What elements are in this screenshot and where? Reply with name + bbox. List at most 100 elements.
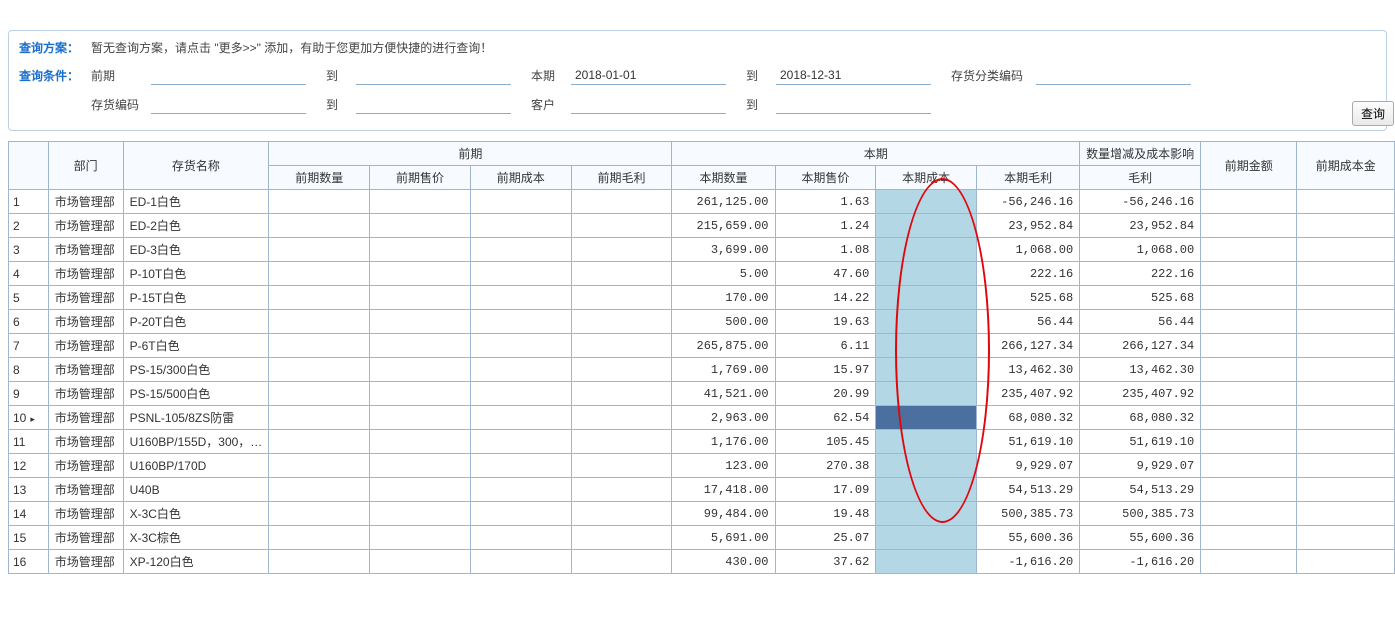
cell-prev-amount — [1201, 430, 1297, 454]
cell-gross: -56,246.16 — [1080, 190, 1201, 214]
table-row[interactable]: 4市场管理部P-10T白色5.0047.60222.16222.16 — [9, 262, 1395, 286]
cell-cur-gross: 9,929.07 — [977, 454, 1080, 478]
cell-prev-gross — [571, 334, 672, 358]
th-cur-cost[interactable]: 本期成本 — [876, 166, 977, 190]
table-row[interactable]: 12市场管理部U160BP/170D123.00270.389,929.079,… — [9, 454, 1395, 478]
table-row[interactable]: 9市场管理部PS-15/500白色41,521.0020.99235,407.9… — [9, 382, 1395, 406]
th-cur-qty[interactable]: 本期数量 — [672, 166, 775, 190]
cell-prev-qty — [269, 262, 370, 286]
cell-prev-qty — [269, 358, 370, 382]
cell-cur-price: 25.07 — [775, 526, 876, 550]
cell-cur-qty: 265,875.00 — [672, 334, 775, 358]
cell-cur-cost — [876, 286, 977, 310]
inv-code-end-input[interactable] — [356, 95, 511, 114]
cell-prev-cost-amt — [1297, 310, 1395, 334]
cell-cur-gross: -56,246.16 — [977, 190, 1080, 214]
prev-period-end-input[interactable] — [356, 66, 511, 85]
cell-prev-qty — [269, 454, 370, 478]
cell-gross: 13,462.30 — [1080, 358, 1201, 382]
prev-period-label: 前期 — [91, 67, 151, 84]
table-row[interactable]: 5市场管理部P-15T白色170.0014.22525.68525.68 — [9, 286, 1395, 310]
cell-cur-gross: 222.16 — [977, 262, 1080, 286]
cur-period-end-input[interactable] — [776, 66, 931, 85]
table-row[interactable]: 3市场管理部ED-3白色3,699.001.081,068.001,068.00 — [9, 238, 1395, 262]
th-prev-price[interactable]: 前期售价 — [370, 166, 471, 190]
row-number: 5 — [9, 286, 48, 310]
th-prev-group[interactable]: 前期 — [269, 142, 672, 166]
th-prev-qty[interactable]: 前期数量 — [269, 166, 370, 190]
table-row[interactable]: 7市场管理部P-6T白色265,875.006.11266,127.34266,… — [9, 334, 1395, 358]
cell-cur-cost — [876, 526, 977, 550]
cell-prev-gross — [571, 358, 672, 382]
th-cur-price[interactable]: 本期售价 — [775, 166, 876, 190]
cell-prev-cost-amt — [1297, 430, 1395, 454]
cell-prev-price — [370, 454, 471, 478]
table-row[interactable]: 16市场管理部XP-120白色430.0037.62-1,616.20-1,61… — [9, 550, 1395, 574]
prev-period-start-input[interactable] — [151, 66, 306, 85]
table-row[interactable]: 14市场管理部X-3C白色99,484.0019.48500,385.73500… — [9, 502, 1395, 526]
query-cond-label: 查询条件： — [19, 67, 91, 84]
cell-prev-amount — [1201, 334, 1297, 358]
cell-prev-gross — [571, 502, 672, 526]
table-row[interactable]: 1市场管理部ED-1白色261,125.001.63-56,246.16-56,… — [9, 190, 1395, 214]
cell-cur-cost — [876, 190, 977, 214]
cell-name: P-20T白色 — [123, 310, 269, 334]
cell-dept: 市场管理部 — [48, 358, 123, 382]
table-row[interactable]: 2市场管理部ED-2白色215,659.001.2423,952.8423,95… — [9, 214, 1395, 238]
cell-cur-price: 47.60 — [775, 262, 876, 286]
cell-name: U160BP/155D，300，… — [123, 430, 269, 454]
cell-name: P-6T白色 — [123, 334, 269, 358]
cell-name: U160BP/170D — [123, 454, 269, 478]
cell-dept: 市场管理部 — [48, 502, 123, 526]
customer-label: 客户 — [531, 96, 571, 113]
th-prev-cost[interactable]: 前期成本 — [470, 166, 571, 190]
cell-prev-cost — [470, 526, 571, 550]
cell-cur-qty: 170.00 — [672, 286, 775, 310]
th-prev-gross[interactable]: 前期毛利 — [571, 166, 672, 190]
cell-dept: 市场管理部 — [48, 550, 123, 574]
inv-cat-code-input[interactable] — [1036, 66, 1191, 85]
table-row[interactable]: 15市场管理部X-3C棕色5,691.0025.0755,600.3655,60… — [9, 526, 1395, 550]
table-row[interactable]: 10市场管理部PSNL-105/8ZS防雷2,963.0062.5468,080… — [9, 406, 1395, 430]
row-number: 16 — [9, 550, 48, 574]
cell-cur-gross: -1,616.20 — [977, 550, 1080, 574]
cell-prev-cost-amt — [1297, 550, 1395, 574]
cell-prev-price — [370, 550, 471, 574]
th-cur-group[interactable]: 本期 — [672, 142, 1080, 166]
to-label-3: 到 — [326, 96, 356, 113]
cell-gross: 222.16 — [1080, 262, 1201, 286]
th-gross[interactable]: 毛利 — [1080, 166, 1201, 190]
th-inv-name[interactable]: 存货名称 — [123, 142, 269, 190]
cell-prev-cost-amt — [1297, 190, 1395, 214]
cell-prev-price — [370, 190, 471, 214]
cell-prev-price — [370, 310, 471, 334]
cell-gross: 23,952.84 — [1080, 214, 1201, 238]
cell-cur-gross: 235,407.92 — [977, 382, 1080, 406]
table-row[interactable]: 11市场管理部U160BP/155D，300，…1,176.00105.4551… — [9, 430, 1395, 454]
cell-cur-price: 20.99 — [775, 382, 876, 406]
cell-prev-cost-amt — [1297, 478, 1395, 502]
cell-prev-price — [370, 214, 471, 238]
th-dept[interactable]: 部门 — [48, 142, 123, 190]
customer-start-input[interactable] — [571, 95, 726, 114]
table-row[interactable]: 8市场管理部PS-15/300白色1,769.0015.9713,462.301… — [9, 358, 1395, 382]
table-row[interactable]: 6市场管理部P-20T白色500.0019.6356.4456.44 — [9, 310, 1395, 334]
customer-end-input[interactable] — [776, 95, 931, 114]
cell-prev-cost — [470, 214, 571, 238]
cell-gross: 525.68 — [1080, 286, 1201, 310]
cell-prev-amount — [1201, 190, 1297, 214]
cell-prev-cost — [470, 262, 571, 286]
cell-cur-price: 17.09 — [775, 478, 876, 502]
data-table[interactable]: 部门 存货名称 前期 本期 数量增减及成本影响 前期金额 前期成本金 前期数量 … — [9, 142, 1395, 574]
th-cur-gross[interactable]: 本期毛利 — [977, 166, 1080, 190]
cell-name: PS-15/500白色 — [123, 382, 269, 406]
table-row[interactable]: 13市场管理部U40B17,418.0017.0954,513.2954,513… — [9, 478, 1395, 502]
th-qtycost-group[interactable]: 数量增减及成本影响 — [1080, 142, 1201, 166]
inv-code-start-input[interactable] — [151, 95, 306, 114]
query-button[interactable]: 查询 — [1352, 101, 1394, 126]
th-prev-amount[interactable]: 前期金额 — [1201, 142, 1297, 190]
cell-dept: 市场管理部 — [48, 454, 123, 478]
cur-period-start-input[interactable] — [571, 66, 726, 85]
cell-cur-qty: 41,521.00 — [672, 382, 775, 406]
th-prev-cost-amt[interactable]: 前期成本金 — [1297, 142, 1395, 190]
